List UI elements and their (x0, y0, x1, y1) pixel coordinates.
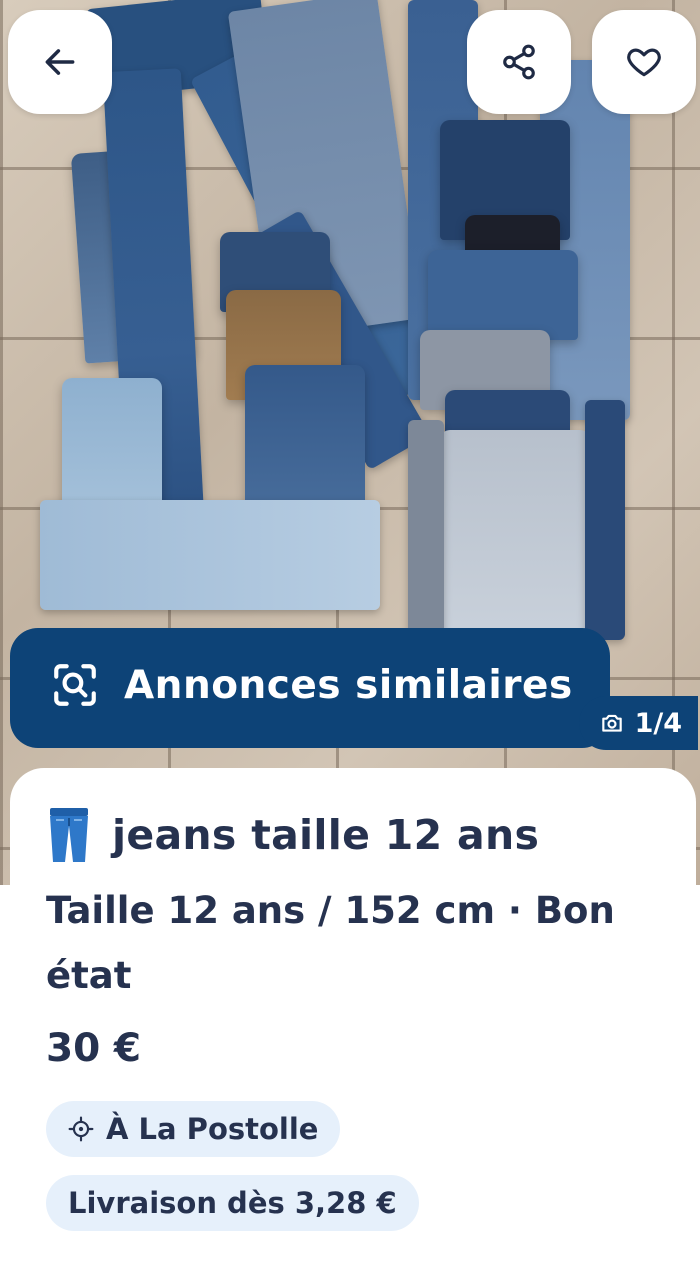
similar-listings-button[interactable]: Annonces similaires (10, 628, 610, 748)
location-chip[interactable]: À La Postolle (46, 1101, 341, 1157)
visual-search-icon (54, 664, 96, 706)
photo-counter: 1/4 (578, 696, 698, 750)
location-label: À La Postolle (106, 1112, 319, 1146)
listing-size-condition: Taille 12 ans / 152 cm · Bon état (46, 889, 615, 997)
listing-title: jeans taille 12 ans (112, 811, 540, 859)
camera-icon (601, 714, 622, 732)
listing-info-card: jeans taille 12 ans Taille 12 ans / 152 … (10, 768, 696, 1282)
share-icon (503, 44, 535, 80)
jeans-emoji (50, 808, 88, 862)
listing-price: 30 € (46, 1026, 141, 1071)
photo-counter-text: 1/4 (634, 707, 682, 739)
shipping-chip[interactable]: Livraison dès 3,28 € (46, 1175, 419, 1231)
crosshair-icon (68, 1116, 94, 1142)
similar-listings-label: Annonces similaires (124, 662, 573, 708)
arrow-left-icon (45, 49, 75, 75)
share-button[interactable] (467, 10, 571, 114)
back-button[interactable] (8, 10, 112, 114)
title-row: jeans taille 12 ans (46, 806, 660, 864)
shipping-label: Livraison dès 3,28 € (68, 1186, 397, 1220)
heart-icon (627, 48, 661, 77)
favorite-button[interactable] (592, 10, 696, 114)
listing-photo[interactable]: Annonces similaires 1/4 (0, 0, 700, 885)
